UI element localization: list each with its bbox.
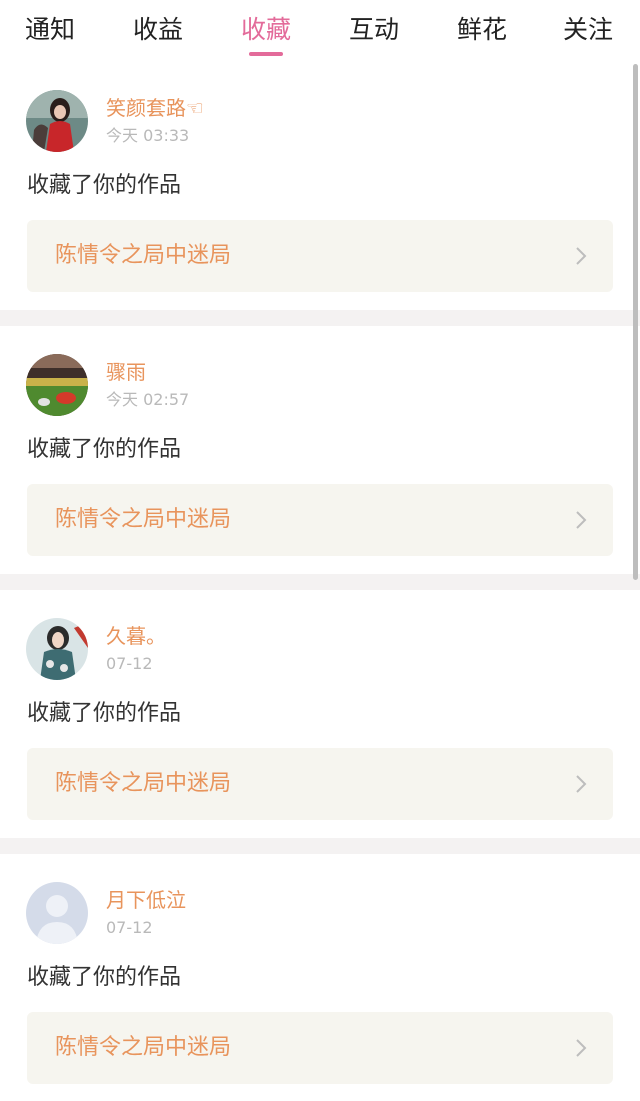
chevron-right-icon xyxy=(576,511,587,529)
avatar-girl-costume-icon xyxy=(26,618,88,680)
scrollbar[interactable] xyxy=(633,64,638,580)
tab-favorites[interactable]: 收藏 xyxy=(238,12,294,48)
work-link[interactable]: 陈情令之局中迷局 xyxy=(27,1012,613,1084)
divider xyxy=(0,838,640,854)
chevron-right-icon xyxy=(576,247,587,265)
action-text: 收藏了你的作品 xyxy=(27,173,182,198)
work-title: 陈情令之局中迷局 xyxy=(55,1035,232,1060)
work-title: 陈情令之局中迷局 xyxy=(55,507,232,532)
username[interactable]: 久暮。 xyxy=(106,624,166,648)
tab-earnings[interactable]: 收益 xyxy=(130,12,186,48)
action-text: 收藏了你的作品 xyxy=(27,437,182,462)
divider xyxy=(0,310,640,326)
divider xyxy=(0,574,640,590)
action-text: 收藏了你的作品 xyxy=(27,965,182,990)
tab-notifications[interactable]: 通知 xyxy=(22,12,78,48)
timestamp: 今天 03:33 xyxy=(106,126,190,145)
username[interactable]: 骤雨 xyxy=(106,360,146,384)
feed-item: 久暮。 07-12 收藏了你的作品 陈情令之局中迷局 xyxy=(0,590,640,838)
chevron-right-icon xyxy=(576,1039,587,1057)
work-link[interactable]: 陈情令之局中迷局 xyxy=(27,748,613,820)
timestamp: 今天 02:57 xyxy=(106,390,190,409)
tab-following[interactable]: 关注 xyxy=(560,12,616,48)
work-title: 陈情令之局中迷局 xyxy=(55,771,232,796)
avatar-sports-field-icon xyxy=(26,354,88,416)
timestamp: 07-12 xyxy=(106,918,153,937)
work-link[interactable]: 陈情令之局中迷局 xyxy=(27,220,613,292)
app-root: 通知 收益 收藏 互动 鲜花 关注 笑颜套路☜ 今天 03:33 收藏了你的作品… xyxy=(0,0,640,1101)
work-title: 陈情令之局中迷局 xyxy=(55,243,232,268)
active-tab-indicator xyxy=(249,52,283,56)
feed-item: 笑颜套路☜ 今天 03:33 收藏了你的作品 陈情令之局中迷局 xyxy=(0,62,640,310)
feed-item: 月下低泣 07-12 收藏了你的作品 陈情令之局中迷局 xyxy=(0,854,640,1101)
feed-item: 骤雨 今天 02:57 收藏了你的作品 陈情令之局中迷局 xyxy=(0,326,640,574)
tab-interactions[interactable]: 互动 xyxy=(346,12,402,48)
username[interactable]: 笑颜套路☜ xyxy=(106,96,204,120)
avatar[interactable] xyxy=(26,882,88,944)
chevron-right-icon xyxy=(576,775,587,793)
tab-bar: 通知 收益 收藏 互动 鲜花 关注 xyxy=(0,0,640,62)
avatar[interactable] xyxy=(26,618,88,680)
username[interactable]: 月下低泣 xyxy=(106,888,186,912)
work-link[interactable]: 陈情令之局中迷局 xyxy=(27,484,613,556)
favorites-feed: 笑颜套路☜ 今天 03:33 收藏了你的作品 陈情令之局中迷局 骤雨 今天 02… xyxy=(0,62,640,1101)
tab-flowers[interactable]: 鲜花 xyxy=(454,12,510,48)
timestamp: 07-12 xyxy=(106,654,153,673)
avatar-default-person-icon xyxy=(26,882,88,944)
avatar-girl-red-dress-icon xyxy=(26,90,88,152)
avatar[interactable] xyxy=(26,354,88,416)
avatar[interactable] xyxy=(26,90,88,152)
action-text: 收藏了你的作品 xyxy=(27,701,182,726)
